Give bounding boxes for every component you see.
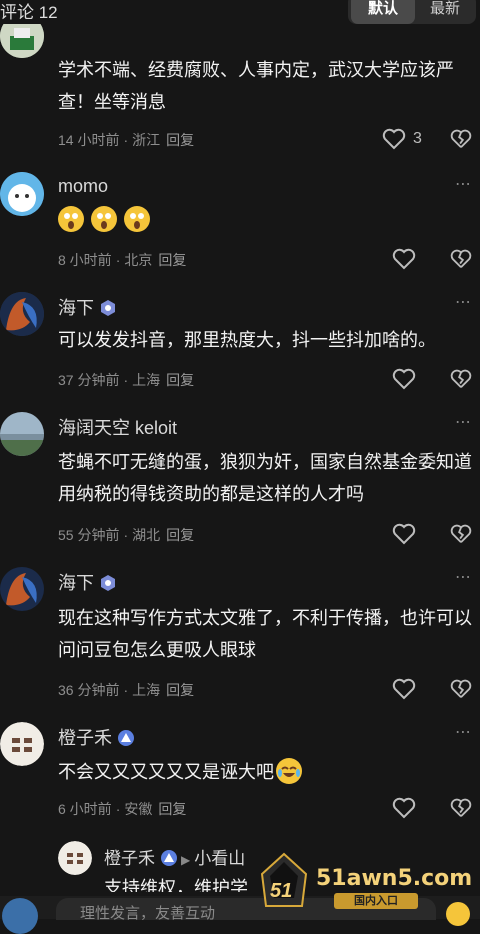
reply-arrow-icon: ▶ <box>181 853 191 867</box>
more-options-icon[interactable]: ⋯ <box>455 567 472 587</box>
verified-badge-icon <box>101 575 115 591</box>
comment-meta: 6 小时前 · 安徽 回复 <box>58 801 187 817</box>
logo-number: 51 <box>270 880 293 902</box>
comment-time: 8 小时前 <box>58 252 112 268</box>
reply-button[interactable]: 回复 <box>166 132 194 148</box>
dislike-broken-heart-icon[interactable] <box>450 128 472 150</box>
avatar-image <box>0 567 44 611</box>
dislike-broken-heart-icon[interactable] <box>450 368 472 390</box>
watermark-subtitle: 国内入口 <box>334 893 418 909</box>
scared-face-emoji-icon <box>91 206 117 232</box>
comment-meta: 37 分钟前 · 上海 回复 <box>58 372 195 388</box>
author-name[interactable]: 海下 <box>58 298 94 318</box>
comment-time: 6 小时前 <box>58 801 112 817</box>
like-heart-icon[interactable] <box>392 248 416 270</box>
watermark-domain: 51awn5.com <box>316 866 473 891</box>
avatar[interactable] <box>58 841 92 875</box>
avatar-image <box>0 722 44 766</box>
comment-meta: 36 分钟前 · 上海 回复 <box>58 682 195 698</box>
reply-button[interactable]: 回复 <box>166 372 194 388</box>
avatar[interactable] <box>0 567 44 611</box>
avatar-image <box>0 412 44 456</box>
comment-location: 湖北 <box>132 527 161 543</box>
sort-latest-tab[interactable]: 最新 <box>415 0 475 24</box>
laughing-crying-emoji-icon <box>276 758 302 784</box>
dislike-broken-heart-icon[interactable] <box>450 523 472 545</box>
like-heart-icon[interactable] <box>392 797 416 819</box>
like-heart-icon[interactable] <box>392 368 416 390</box>
sort-default-tab[interactable]: 默认 <box>351 0 415 24</box>
like-heart-icon[interactable] <box>392 678 416 700</box>
more-options-icon[interactable]: ⋯ <box>455 722 472 742</box>
comment-text: 不会又又又又又又是诬大吧 <box>58 756 472 788</box>
rank-badge-icon <box>161 850 177 866</box>
watermark-logo: 51 51awn5.com 国内入口 <box>254 852 472 912</box>
author-name[interactable]: 海下 <box>58 573 94 593</box>
rank-badge-icon <box>118 730 134 746</box>
comment-time: 37 分钟前 <box>58 372 120 388</box>
comment-time: 36 分钟前 <box>58 682 120 698</box>
comment-text: 可以发发抖音，那里热度大，抖一些抖加啥的。 <box>58 330 436 350</box>
like-count: 3 <box>413 130 422 147</box>
reply-target-name[interactable]: 小看山 <box>194 849 245 868</box>
more-options-icon[interactable]: ⋯ <box>455 292 472 312</box>
comment-meta: 14 小时前 · 浙江 回复 <box>58 132 195 148</box>
comment-location: 北京 <box>124 252 153 268</box>
avatar[interactable] <box>0 412 44 456</box>
avatar-image <box>0 292 44 336</box>
comment-input-placeholder: 理性发言，友善互动 <box>80 905 216 922</box>
comment-location: 安徽 <box>124 801 153 817</box>
emoji-row <box>58 206 157 232</box>
author-name[interactable]: 橙子禾 <box>104 849 155 868</box>
like-heart-icon[interactable] <box>382 128 406 150</box>
comment-text: 现在这种写作方式太文雅了，不利于传播，也许可以问问豆包怎么更吸人眼球 <box>58 608 472 660</box>
sort-toggle: 默认 最新 <box>348 0 476 24</box>
reply-button[interactable]: 回复 <box>166 682 194 698</box>
comment-author[interactable]: 海下 <box>58 294 116 320</box>
comment-text: 苍蝇不叮无缝的蛋，狼狈为奸，国家自然基金委知道用纳税的得钱资助的都是这样的人才吗 <box>58 452 472 504</box>
dislike-broken-heart-icon[interactable] <box>450 797 472 819</box>
comment-author[interactable]: 海阔天空 keloit <box>58 414 177 440</box>
comment-author[interactable]: 海下 <box>58 569 116 595</box>
comment-location: 浙江 <box>132 132 161 148</box>
like-heart-icon[interactable] <box>392 523 416 545</box>
comment-time: 55 分钟前 <box>58 527 120 543</box>
avatar[interactable] <box>0 722 44 766</box>
scared-face-emoji-icon <box>124 206 150 232</box>
dislike-broken-heart-icon[interactable] <box>450 678 472 700</box>
more-options-icon[interactable]: ⋯ <box>455 174 472 194</box>
avatar-image <box>0 172 44 216</box>
more-options-icon[interactable]: ⋯ <box>455 412 472 432</box>
reply-button[interactable]: 回复 <box>158 801 186 817</box>
comment-count: 评论 12 <box>0 3 58 22</box>
comments-header: 评论 12 默认 最新 <box>0 0 480 24</box>
comment-meta: 55 分钟前 · 湖北 回复 <box>58 527 195 543</box>
avatar-image <box>58 841 92 875</box>
comment-text-content: 不会又又又又又又是诬大吧 <box>58 762 274 782</box>
comment-author[interactable]: 橙子禾 <box>58 724 134 750</box>
comment-text: 学术不端、经费腐败、人事内定，武汉大学应该严查！坐等消息 <box>58 60 454 112</box>
comment-location: 上海 <box>132 372 161 388</box>
reply-button[interactable]: 回复 <box>166 527 194 543</box>
reply-author[interactable]: 橙子禾 ▶ 小看山 <box>104 844 245 869</box>
avatar[interactable] <box>0 292 44 336</box>
scared-face-emoji-icon <box>58 206 84 232</box>
comment-location: 上海 <box>132 682 161 698</box>
comment-time: 14 小时前 <box>58 132 120 148</box>
verified-badge-icon <box>101 300 115 316</box>
avatar[interactable] <box>0 172 44 216</box>
reply-button[interactable]: 回复 <box>158 252 186 268</box>
comment-author[interactable]: momo <box>58 176 108 197</box>
dislike-broken-heart-icon[interactable] <box>450 248 472 270</box>
user-avatar[interactable] <box>2 898 38 934</box>
comment-meta: 8 小时前 · 北京 回复 <box>58 252 187 268</box>
author-name[interactable]: 橙子禾 <box>58 728 112 748</box>
